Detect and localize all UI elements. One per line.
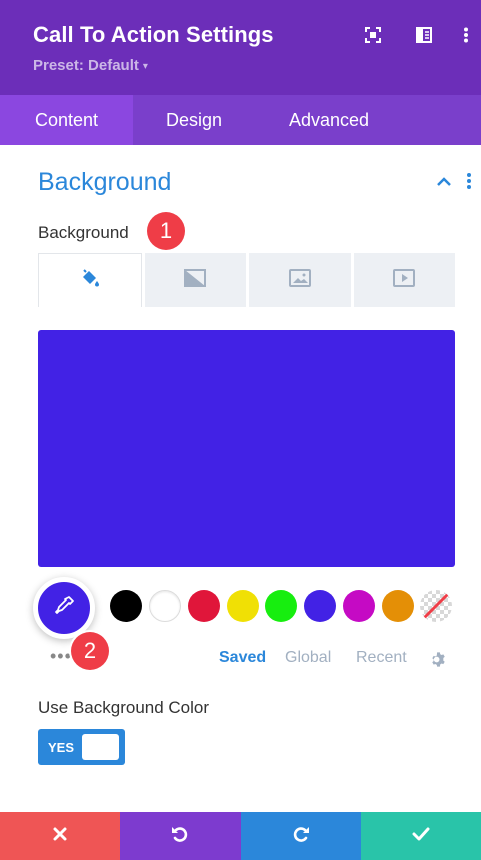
transparent-icon [420, 590, 452, 622]
step-badge-1: 1 [147, 212, 185, 250]
toggle-yes-label: YES [48, 740, 75, 755]
bg-tab-video[interactable] [353, 253, 455, 307]
more-vertical-icon[interactable] [457, 26, 475, 44]
settings-header: Call To Action Settings Preset: Default ▾ [0, 0, 481, 95]
background-field-label: Background [38, 223, 129, 242]
more-swatches-icon[interactable]: ••• [50, 646, 72, 667]
use-bg-color-toggle[interactable]: YES [38, 729, 125, 765]
tab-design[interactable]: Design [133, 95, 255, 145]
swatch-blue[interactable] [304, 590, 336, 622]
redo-button[interactable] [240, 812, 361, 860]
toggle-knob [82, 734, 119, 760]
swatch-transparent[interactable] [420, 590, 452, 622]
preset-label: Preset: Default [33, 57, 139, 74]
save-button[interactable] [360, 812, 481, 860]
undo-button[interactable] [120, 812, 241, 860]
video-icon [393, 268, 416, 292]
palette-tab-saved[interactable]: Saved [219, 649, 266, 667]
tab-advanced[interactable]: Advanced [255, 95, 403, 145]
swatch-magenta[interactable] [343, 590, 375, 622]
chevron-up-icon[interactable] [434, 172, 454, 192]
paint-bucket-icon [80, 268, 100, 293]
swatch-black[interactable] [110, 590, 142, 622]
bg-tab-color[interactable] [38, 253, 142, 307]
action-footer [0, 812, 481, 860]
modal-title: Call To Action Settings [33, 22, 274, 47]
close-icon [52, 826, 68, 847]
sidebar-layout-icon[interactable] [415, 26, 433, 44]
settings-tabs: Content Design Advanced [0, 95, 481, 145]
swatch-orange[interactable] [382, 590, 414, 622]
use-bg-color-label: Use Background Color [38, 698, 210, 717]
background-color-preview [38, 330, 455, 567]
palette-tab-global[interactable]: Global [285, 649, 331, 667]
swatch-yellow[interactable] [227, 590, 259, 622]
check-icon [412, 827, 430, 846]
redo-icon [291, 824, 311, 849]
image-icon [288, 268, 311, 292]
swatch-white[interactable] [149, 590, 181, 622]
expand-icon[interactable] [364, 26, 382, 44]
undo-icon [170, 824, 190, 849]
swatch-green[interactable] [265, 590, 297, 622]
eyedropper-icon [53, 595, 75, 622]
section-more-icon[interactable] [466, 172, 478, 192]
bg-tab-image[interactable] [249, 253, 351, 307]
gear-icon[interactable] [430, 651, 447, 668]
caret-down-icon: ▾ [142, 61, 148, 72]
preset-selector[interactable]: Preset: Default ▾ [33, 57, 148, 74]
color-picker-button[interactable] [33, 577, 95, 639]
section-title[interactable]: Background [38, 168, 171, 197]
swatch-red[interactable] [188, 590, 220, 622]
bg-tab-gradient[interactable] [144, 253, 246, 307]
step-badge-2: 2 [71, 632, 109, 670]
background-type-tabs [38, 253, 455, 307]
palette-tab-recent[interactable]: Recent [356, 649, 407, 667]
discard-button[interactable] [0, 812, 121, 860]
gradient-icon [184, 268, 207, 292]
tab-content[interactable]: Content [0, 95, 133, 145]
